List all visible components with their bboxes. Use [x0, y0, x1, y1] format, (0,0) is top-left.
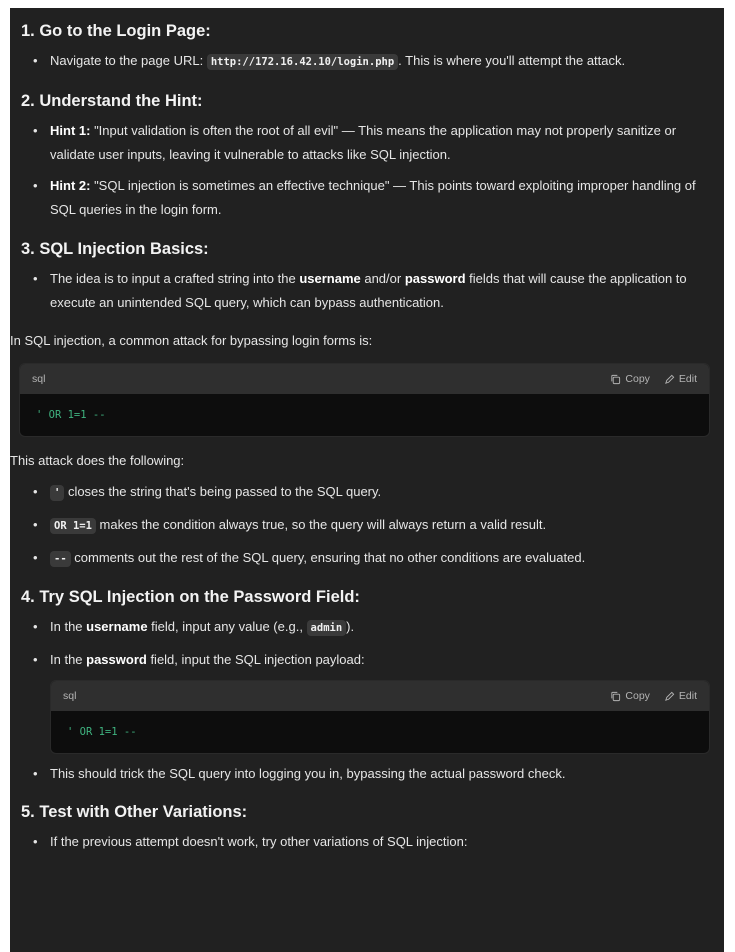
list-item: This should trick the SQL query into log…: [21, 762, 724, 786]
code-block-header: sql Copy Edit: [20, 364, 709, 394]
list-item: ' closes the string that's being passed …: [21, 480, 724, 505]
section-1-list: Navigate to the page URL: http://172.16.…: [21, 49, 724, 74]
inline-code: ': [50, 485, 65, 501]
code-block-header: sql Copy Edit: [51, 681, 709, 711]
list-item: OR 1=1 makes the condition always true, …: [21, 513, 724, 538]
section-heading-1: 1. Go to the Login Page:: [21, 22, 211, 40]
inline-code: OR 1=1: [50, 518, 96, 534]
code-block-2: sql Copy Edit ' OR 1=1 --: [50, 680, 710, 754]
list-item: If the previous attempt doesn't work, tr…: [21, 830, 724, 854]
section-heading-3: 3. SQL Injection Basics:: [21, 240, 209, 258]
section-3-list: The idea is to input a crafted string in…: [21, 267, 724, 315]
copy-button[interactable]: Copy: [610, 373, 650, 385]
response-content: 1. Go to the Login Page: Navigate to the…: [10, 8, 724, 854]
inline-code-url: http://172.16.42.10/login.php: [206, 54, 399, 70]
attack-list: ' closes the string that's being passed …: [21, 480, 724, 571]
code-block-body: ' OR 1=1 --: [51, 711, 709, 753]
list-item: In the username field, input any value (…: [21, 615, 724, 640]
code-language-label: sql: [32, 373, 46, 385]
code-block-body: ' OR 1=1 --: [20, 394, 709, 436]
list-item: The idea is to input a crafted string in…: [21, 267, 724, 315]
code-block-1: sql Copy Edit ' OR 1=1 --: [19, 363, 710, 437]
edit-button[interactable]: Edit: [664, 373, 697, 385]
list-item: In the password field, input the SQL inj…: [21, 648, 724, 672]
section-4-list: In the username field, input any value (…: [21, 615, 724, 672]
section-2-list: Hint 1: "Input validation is often the r…: [21, 119, 724, 222]
code-block-actions: Copy Edit: [610, 690, 697, 702]
list-item: Hint 2: "SQL injection is sometimes an e…: [21, 174, 724, 222]
inline-code: admin: [306, 620, 347, 636]
copy-icon: [611, 691, 621, 701]
section-5-list: If the previous attempt doesn't work, tr…: [21, 830, 724, 854]
edit-button[interactable]: Edit: [664, 690, 697, 702]
code-content: ' OR 1=1 --: [67, 726, 137, 738]
section-4-list-cont: This should trick the SQL query into log…: [21, 762, 724, 786]
copy-icon: [611, 374, 621, 384]
section-heading-5: 5. Test with Other Variations:: [21, 803, 248, 821]
copy-button[interactable]: Copy: [610, 690, 650, 702]
list-item: -- comments out the rest of the SQL quer…: [21, 546, 724, 571]
intro-paragraph: In SQL injection, a common attack for by…: [10, 333, 373, 348]
attack-paragraph: This attack does the following:: [10, 453, 185, 468]
edit-icon: [665, 374, 675, 384]
list-item: Hint 1: "Input validation is often the r…: [21, 119, 724, 167]
code-language-label: sql: [63, 690, 77, 702]
code-block-actions: Copy Edit: [610, 373, 697, 385]
chat-response-panel: 1. Go to the Login Page: Navigate to the…: [10, 8, 724, 952]
inline-code: --: [50, 551, 71, 567]
code-content: ' OR 1=1 --: [36, 409, 106, 421]
section-heading-2: 2. Understand the Hint:: [21, 92, 203, 110]
list-item: Navigate to the page URL: http://172.16.…: [21, 49, 724, 74]
edit-icon: [665, 691, 675, 701]
section-heading-4: 4. Try SQL Injection on the Password Fie…: [21, 588, 360, 606]
